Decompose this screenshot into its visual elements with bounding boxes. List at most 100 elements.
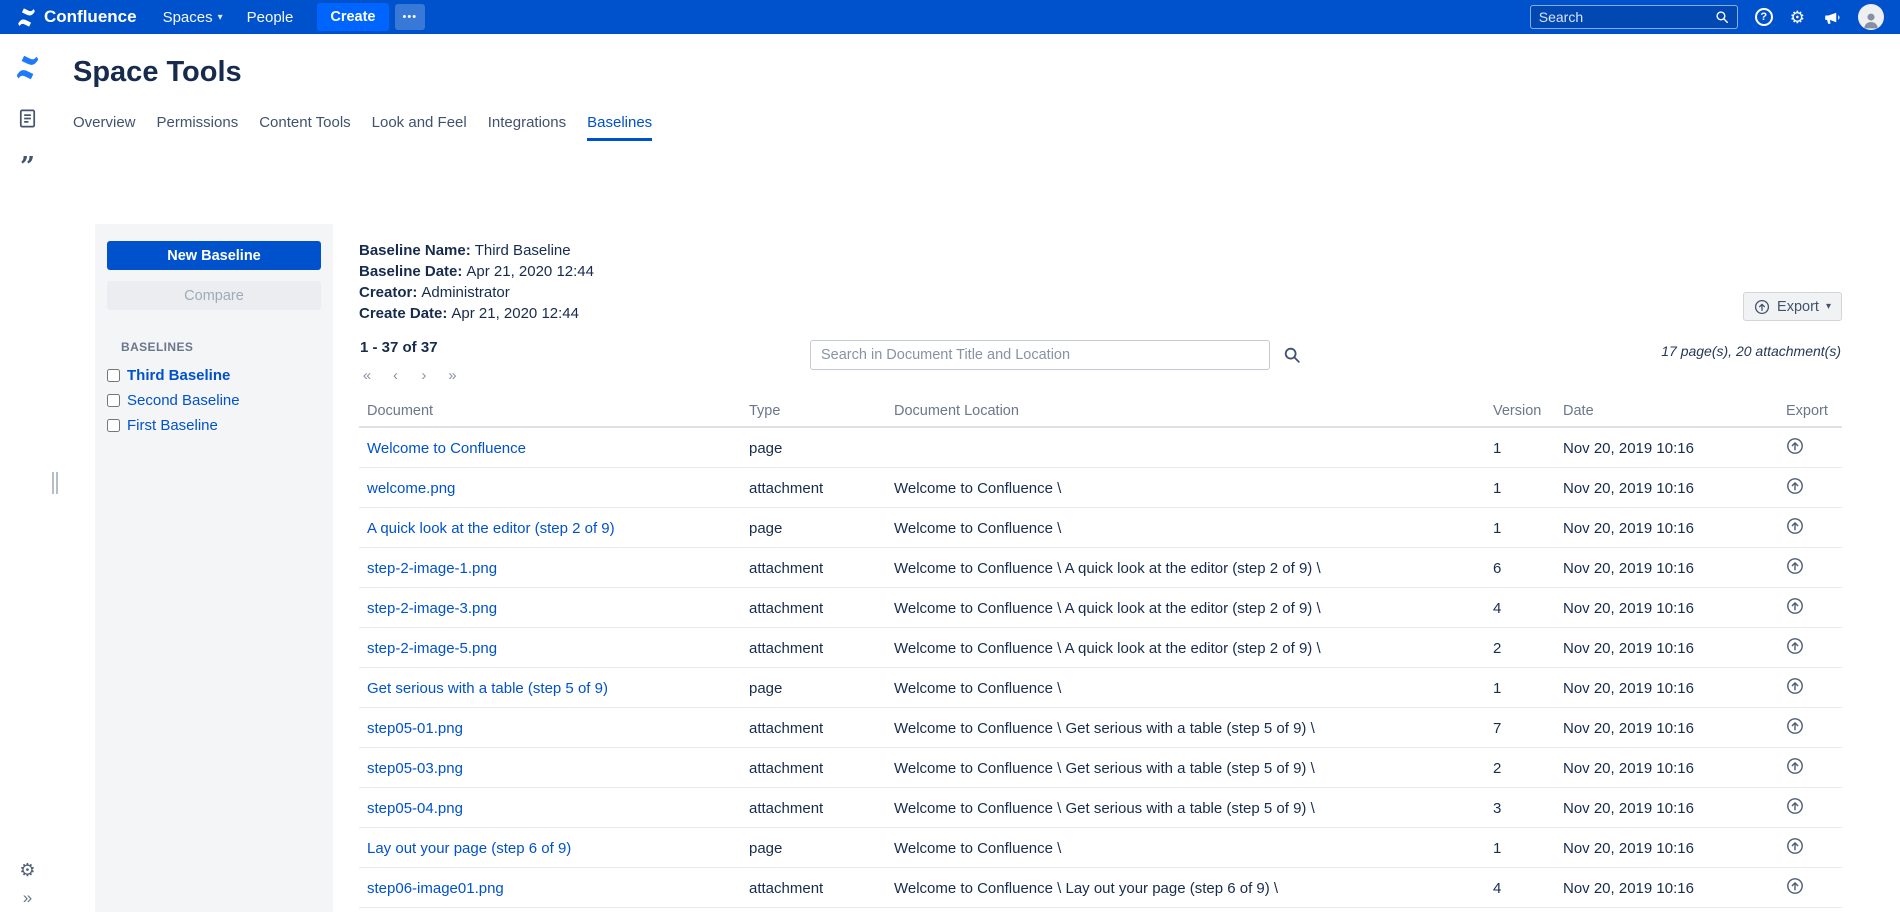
tab-permissions[interactable]: Permissions <box>157 114 239 141</box>
more-button[interactable]: ••• <box>395 4 426 30</box>
baseline-checkbox[interactable] <box>107 419 120 432</box>
document-cell: step-2-image-3.png <box>359 588 741 628</box>
sidebar-resize-handle[interactable] <box>52 472 58 494</box>
baseline-checkbox[interactable] <box>107 369 120 382</box>
pages-icon[interactable] <box>16 107 39 130</box>
document-link[interactable]: step06-image01.png <box>367 880 504 897</box>
document-link[interactable]: step-2-image-1.png <box>367 560 497 577</box>
tab-content-tools[interactable]: Content Tools <box>259 114 350 141</box>
row-export-icon[interactable] <box>1786 517 1804 535</box>
version-cell: 1 <box>1485 828 1555 868</box>
location-cell: Welcome to Confluence \ <box>886 668 1485 708</box>
baseline-link-third[interactable]: Third Baseline <box>127 367 230 384</box>
pagination: « ‹ › » <box>359 367 468 385</box>
row-export-icon[interactable] <box>1786 797 1804 815</box>
create-button[interactable]: Create <box>317 3 388 31</box>
document-search-icon[interactable] <box>1283 346 1301 364</box>
date-cell: Nov 20, 2019 10:16 <box>1555 788 1778 828</box>
user-avatar[interactable] <box>1858 4 1884 30</box>
confluence-home-link[interactable]: Confluence <box>16 7 137 28</box>
date-cell: Nov 20, 2019 10:16 <box>1555 548 1778 588</box>
document-link[interactable]: A quick look at the editor (step 2 of 9) <box>367 520 615 537</box>
document-cell: step05-03.png <box>359 748 741 788</box>
nav-spaces-label: Spaces <box>163 9 213 26</box>
help-icon[interactable]: ? <box>1755 8 1773 26</box>
tab-integrations[interactable]: Integrations <box>488 114 566 141</box>
table-row: welcome.png attachment Welcome to Conflu… <box>359 468 1842 508</box>
last-page-icon[interactable]: » <box>444 367 460 384</box>
document-cell: welcome.png <box>359 468 741 508</box>
baseline-link-second[interactable]: Second Baseline <box>127 392 240 409</box>
baselines-section-heading: BASELINES <box>121 340 333 354</box>
document-search-input[interactable] <box>810 340 1270 370</box>
row-export-icon[interactable] <box>1786 757 1804 775</box>
nav-people-label: People <box>247 9 294 26</box>
document-link[interactable]: step-2-image-5.png <box>367 640 497 657</box>
prev-page-icon[interactable]: ‹ <box>387 367 403 384</box>
row-export-icon[interactable] <box>1786 597 1804 615</box>
tab-overview[interactable]: Overview <box>73 114 136 141</box>
baseline-link-first[interactable]: First Baseline <box>127 417 218 434</box>
date-cell: Nov 20, 2019 10:16 <box>1555 427 1778 468</box>
document-link[interactable]: Get serious with a table (step 5 of 9) <box>367 680 608 697</box>
tab-look-and-feel[interactable]: Look and Feel <box>372 114 467 141</box>
announcement-icon[interactable] <box>1822 8 1841 27</box>
row-export-icon[interactable] <box>1786 637 1804 655</box>
export-dropdown-button[interactable]: Export ▾ <box>1743 292 1842 321</box>
row-export-icon[interactable] <box>1786 877 1804 895</box>
document-link[interactable]: Lay out your page (step 6 of 9) <box>367 840 571 857</box>
new-baseline-button[interactable]: New Baseline <box>107 241 321 270</box>
next-page-icon[interactable]: › <box>416 367 432 384</box>
document-link[interactable]: Welcome to Confluence <box>367 440 526 457</box>
document-link[interactable]: step05-03.png <box>367 760 463 777</box>
version-cell: 2 <box>1485 628 1555 668</box>
field-creator: Creator:Administrator <box>359 282 594 303</box>
document-cell: step-2-image-5.png <box>359 628 741 668</box>
navbar-right: ? ⚙ <box>1530 4 1884 30</box>
export-cell <box>1778 828 1842 868</box>
row-export-icon[interactable] <box>1786 437 1804 455</box>
location-cell: Welcome to Confluence \ Get serious with… <box>886 708 1485 748</box>
location-cell: Welcome to Confluence \ Lay out your pag… <box>886 908 1485 912</box>
document-link[interactable]: step05-01.png <box>367 720 463 737</box>
row-export-icon[interactable] <box>1786 677 1804 695</box>
space-logo-icon[interactable] <box>14 54 41 81</box>
table-row: A quick look at the editor (step 2 of 9)… <box>359 508 1842 548</box>
nav-spaces[interactable]: Spaces ▾ <box>151 9 235 26</box>
global-search-input[interactable] <box>1539 9 1715 25</box>
caret-down-icon: ▾ <box>1826 301 1831 312</box>
document-link[interactable]: step05-04.png <box>367 800 463 817</box>
type-cell: attachment <box>741 548 886 588</box>
settings-gear-icon[interactable]: ⚙ <box>1790 9 1805 26</box>
baseline-info: Baseline Name:Third Baseline Baseline Da… <box>359 240 594 324</box>
compare-button[interactable]: Compare <box>107 281 321 310</box>
nav-people[interactable]: People <box>235 9 306 26</box>
table-row: step-2-image-3.png attachment Welcome to… <box>359 588 1842 628</box>
document-link[interactable]: step-2-image-3.png <box>367 600 497 617</box>
document-link[interactable]: welcome.png <box>367 480 455 497</box>
blog-quote-icon[interactable]: ” <box>20 160 35 176</box>
documents-table-wrap: Document Type Document Location Version … <box>359 396 1842 912</box>
version-cell: 6 <box>1485 548 1555 588</box>
expand-sidebar-icon[interactable]: » <box>23 889 32 906</box>
version-cell: 7 <box>1485 708 1555 748</box>
tab-baselines[interactable]: Baselines <box>587 114 652 141</box>
row-export-icon[interactable] <box>1786 477 1804 495</box>
export-cell <box>1778 427 1842 468</box>
row-export-icon[interactable] <box>1786 717 1804 735</box>
row-export-icon[interactable] <box>1786 557 1804 575</box>
document-cell: step06-image02.png <box>359 908 741 912</box>
location-cell: Welcome to Confluence \ <box>886 828 1485 868</box>
first-page-icon[interactable]: « <box>359 367 375 384</box>
search-icon[interactable] <box>1715 10 1729 24</box>
space-settings-icon[interactable]: ⚙ <box>19 861 35 879</box>
type-cell: attachment <box>741 588 886 628</box>
table-row: step05-01.png attachment Welcome to Conf… <box>359 708 1842 748</box>
row-export-icon[interactable] <box>1786 837 1804 855</box>
sidebar-bottom: ⚙ » <box>0 861 55 906</box>
field-value: Third Baseline <box>475 242 571 259</box>
baseline-checkbox[interactable] <box>107 394 120 407</box>
table-row: step-2-image-1.png attachment Welcome to… <box>359 548 1842 588</box>
export-cell <box>1778 548 1842 588</box>
table-row: step06-image02.png attachment Welcome to… <box>359 908 1842 912</box>
